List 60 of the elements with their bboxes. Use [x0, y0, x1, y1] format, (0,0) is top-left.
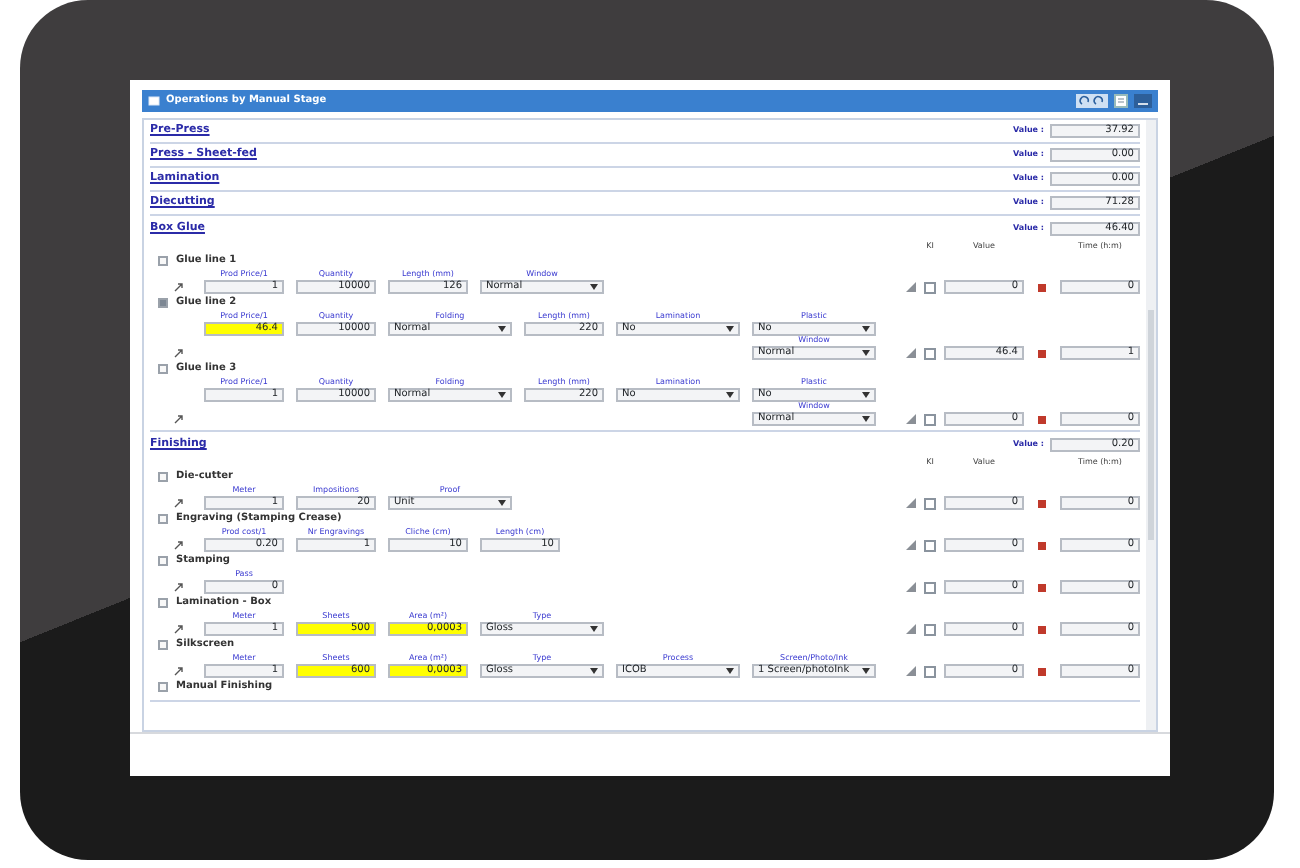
checkbox[interactable]: [158, 298, 168, 308]
caret-icon: [862, 326, 870, 332]
minimize-icon[interactable]: [1134, 94, 1152, 108]
marker-icon: [1038, 283, 1046, 291]
triangle-icon: [905, 624, 915, 634]
triangle-icon: [905, 582, 915, 592]
marker-icon: [1038, 541, 1046, 549]
checkbox[interactable]: [158, 472, 168, 482]
caret-icon: [726, 326, 734, 332]
triangle-icon: [905, 282, 915, 292]
checkbox[interactable]: [158, 556, 168, 566]
marker-icon: [1038, 499, 1046, 507]
arrow-icon: [174, 414, 184, 424]
arrow-icon: [174, 282, 184, 292]
scrollbar[interactable]: [1146, 120, 1156, 730]
arrow-icon: [174, 348, 184, 358]
caret-icon: [590, 668, 598, 674]
marker-icon: [1038, 415, 1046, 423]
caret-icon: [590, 284, 598, 290]
checkbox[interactable]: [924, 581, 936, 593]
checkbox[interactable]: [924, 623, 936, 635]
checkbox[interactable]: [924, 413, 936, 425]
arrow-icon: [174, 624, 184, 634]
caret-icon: [590, 626, 598, 632]
marker-icon: [1038, 625, 1046, 633]
checkbox[interactable]: [924, 497, 936, 509]
caret-icon: [498, 500, 506, 506]
caret-icon: [498, 392, 506, 398]
arrow-icon: [174, 666, 184, 676]
triangle-icon: [905, 348, 915, 358]
checkbox[interactable]: [158, 682, 168, 692]
caret-icon: [862, 392, 870, 398]
arrow-icon: [174, 498, 184, 508]
triangle-icon: [905, 498, 915, 508]
caret-icon: [862, 416, 870, 422]
triangle-icon: [905, 414, 915, 424]
caret-icon: [862, 350, 870, 356]
checkbox[interactable]: [924, 347, 936, 359]
checkbox[interactable]: [158, 640, 168, 650]
marker-icon: [1038, 667, 1046, 675]
marker-icon: [1038, 583, 1046, 591]
arrow-icon: [174, 540, 184, 550]
arrow-icon: [174, 582, 184, 592]
checkbox[interactable]: [158, 514, 168, 524]
checkbox[interactable]: [158, 598, 168, 608]
checkbox[interactable]: [158, 364, 168, 374]
caret-icon: [498, 326, 506, 332]
refresh-icon[interactable]: [1076, 94, 1108, 108]
checkbox[interactable]: [924, 281, 936, 293]
checkbox[interactable]: [158, 256, 168, 266]
caret-icon: [862, 668, 870, 674]
triangle-icon: [905, 666, 915, 676]
window-icon: [148, 96, 160, 106]
triangle-icon: [905, 540, 915, 550]
checkbox[interactable]: [924, 665, 936, 677]
marker-icon: [1038, 349, 1046, 357]
caret-icon: [726, 392, 734, 398]
document-icon[interactable]: [1114, 94, 1128, 108]
checkbox[interactable]: [924, 539, 936, 551]
caret-icon: [726, 668, 734, 674]
